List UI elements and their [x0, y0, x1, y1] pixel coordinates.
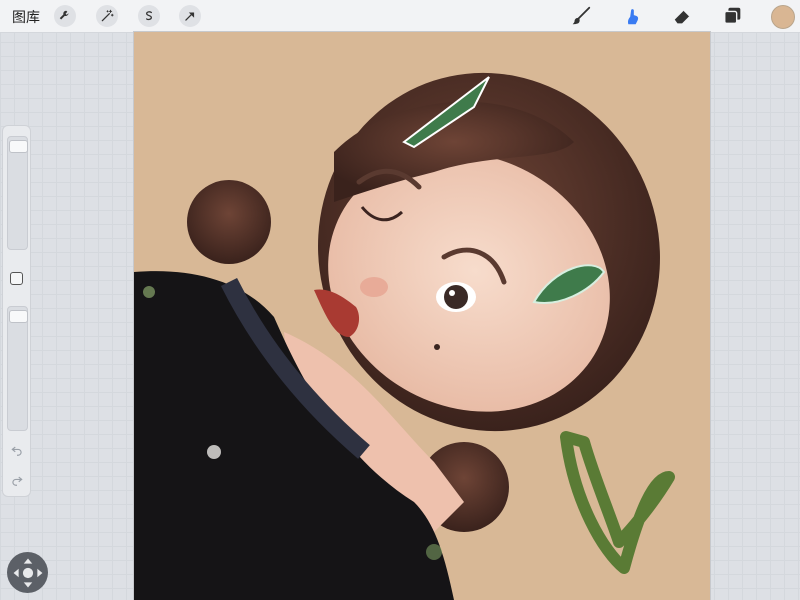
wrench-icon[interactable]: [54, 5, 76, 27]
color-picker-button[interactable]: [771, 5, 795, 29]
top-toolbar: 图库: [0, 0, 800, 33]
eraser-icon[interactable]: [671, 4, 695, 28]
magic-wand-icon[interactable]: [96, 5, 118, 27]
redo-icon[interactable]: [9, 472, 25, 488]
drawing-canvas[interactable]: [134, 32, 710, 600]
selection-s-icon[interactable]: [138, 5, 160, 27]
modify-button[interactable]: [10, 272, 23, 285]
move-arrows-icon: [13, 558, 42, 587]
brush-size-thumb[interactable]: [9, 140, 28, 153]
opacity-slider[interactable]: [7, 306, 28, 431]
artwork-illustration: [134, 72, 675, 600]
layers-icon[interactable]: [721, 4, 745, 28]
brush-size-slider[interactable]: [7, 136, 28, 250]
brush-icon[interactable]: [569, 4, 593, 28]
opacity-thumb[interactable]: [9, 310, 28, 323]
undo-icon[interactable]: [9, 442, 25, 458]
quickmenu-button[interactable]: [7, 552, 48, 593]
left-sidebar: [2, 125, 31, 497]
gallery-button[interactable]: 图库: [12, 7, 40, 27]
transform-arrow-icon[interactable]: [179, 5, 201, 27]
smudge-icon[interactable]: [620, 4, 644, 28]
